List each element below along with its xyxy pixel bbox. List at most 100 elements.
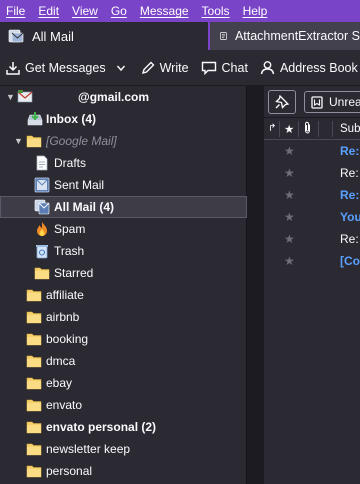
folder-drafts-label: Drafts	[54, 156, 87, 170]
mail-folder-icon	[8, 29, 24, 43]
drafts-icon	[36, 155, 48, 171]
pencil-icon	[141, 61, 155, 74]
menu-tools[interactable]: Tools	[202, 4, 230, 18]
star-icon[interactable]: ★	[284, 166, 295, 180]
menu-go[interactable]: Go	[111, 4, 127, 18]
main-toolbar: Get Messages Write Chat Address Book	[0, 50, 360, 86]
chat-label: Chat	[221, 60, 248, 75]
folder-dmca-label: dmca	[46, 354, 76, 368]
folder-dmca[interactable]: dmca	[0, 350, 247, 372]
star-icon[interactable]: ★	[284, 188, 295, 202]
sent-icon	[34, 177, 50, 193]
message-subject: Re:	[340, 232, 359, 246]
chevron-down-icon[interactable]: ▼	[14, 136, 23, 146]
tab-attachment-extractor[interactable]: AttachmentExtractor S	[210, 22, 360, 50]
message-row[interactable]: ★ Re:	[264, 228, 360, 250]
tab-all-mail[interactable]: All Mail	[0, 22, 208, 50]
subject-column-header[interactable]: Subject	[340, 123, 360, 135]
chat-button[interactable]: Chat	[195, 55, 254, 81]
folder-icon	[26, 135, 42, 148]
pane-splitter[interactable]	[247, 86, 264, 484]
folder-icon	[34, 267, 50, 280]
folder-all-mail-label: All Mail (4)	[54, 200, 115, 214]
message-pane: Unread ↱ ★ Subject ★Re:★Re:★Re:★You★Re:★…	[264, 86, 360, 484]
folder-envato-personal[interactable]: envato personal (2)	[0, 416, 247, 438]
folder-envato[interactable]: envato	[0, 394, 247, 416]
folder-personal-label: personal	[46, 464, 93, 478]
message-row[interactable]: ★ [Co	[264, 250, 360, 272]
folder-airbnb[interactable]: airbnb	[0, 306, 247, 328]
quick-filter-unread-button[interactable]: Unread	[304, 91, 360, 113]
quick-filter-sticky-button[interactable]	[268, 90, 296, 114]
folder-newsletter-keep[interactable]: newsletter keep	[0, 438, 247, 460]
folder-icon	[26, 377, 42, 390]
folder-icon	[26, 465, 42, 478]
message-subject: You	[340, 210, 360, 224]
folder-spam[interactable]: Spam	[0, 218, 247, 240]
column-divider	[298, 121, 299, 137]
column-divider	[332, 121, 333, 137]
folder-google-mail[interactable]: ▼ [Google Mail]	[0, 130, 247, 152]
folder-icon	[26, 421, 42, 434]
message-row[interactable]: ★ You	[264, 206, 360, 228]
star-icon[interactable]: ★	[284, 210, 295, 224]
star-icon[interactable]: ★	[284, 232, 295, 246]
quick-filter-bar: Unread	[264, 86, 360, 118]
folder-account[interactable]: ▼ @gmail.com	[0, 86, 247, 108]
folder-drafts[interactable]: Drafts	[0, 152, 247, 174]
attachment-column-icon[interactable]	[303, 121, 312, 137]
folder-sent-mail[interactable]: Sent Mail	[0, 174, 247, 196]
folder-booking[interactable]: booking	[0, 328, 247, 350]
folder-icon	[26, 311, 42, 324]
folder-trash[interactable]: Trash	[0, 240, 247, 262]
inbox-icon	[27, 112, 43, 126]
all-mail-icon	[34, 199, 50, 215]
tab-strip: All Mail AttachmentExtractor S	[0, 22, 360, 50]
thread-column-icon[interactable]: ↱	[268, 123, 276, 134]
folder-inbox[interactable]: Inbox (4)	[0, 108, 247, 130]
chevron-down-icon[interactable]: ▼	[6, 92, 15, 102]
download-icon	[6, 61, 20, 75]
message-subject: Re:	[340, 166, 359, 180]
menu-help[interactable]: Help	[243, 4, 268, 18]
message-row[interactable]: ★ Re:	[264, 184, 360, 206]
pin-icon	[275, 95, 289, 109]
menu-view[interactable]: View	[72, 4, 98, 18]
folder-icon	[26, 289, 42, 302]
folder-all-mail[interactable]: All Mail (4)	[0, 196, 247, 218]
message-row[interactable]: ★ Re:	[264, 140, 360, 162]
folder-affiliate[interactable]: affiliate	[0, 284, 247, 306]
star-icon[interactable]: ★	[284, 144, 295, 158]
folder-icon	[26, 355, 42, 368]
menu-message[interactable]: Message	[140, 4, 189, 18]
folder-ebay[interactable]: ebay	[0, 372, 247, 394]
folder-personal[interactable]: personal	[0, 460, 247, 482]
menu-file[interactable]: File	[6, 4, 25, 18]
folder-icon	[26, 333, 42, 346]
get-messages-button[interactable]: Get Messages	[0, 55, 112, 81]
address-book-button[interactable]: Address Book	[254, 55, 360, 81]
unread-icon	[311, 95, 323, 109]
folder-starred[interactable]: Starred	[0, 262, 247, 284]
quick-filter-unread-label: Unread	[329, 95, 360, 109]
message-column-headers: ↱ ★ Subject	[264, 118, 360, 140]
folder-envato-label: envato	[46, 398, 83, 412]
spam-flame-icon	[37, 222, 47, 236]
get-messages-dropdown[interactable]	[112, 55, 135, 81]
column-divider	[279, 121, 280, 137]
folder-booking-label: booking	[46, 332, 89, 346]
menu-edit[interactable]: Edit	[38, 4, 59, 18]
get-messages-label: Get Messages	[25, 60, 106, 75]
folder-airbnb-label: airbnb	[46, 310, 80, 324]
folder-affiliate-label: affiliate	[46, 288, 84, 302]
folder-ebay-label: ebay	[46, 376, 73, 390]
star-column-icon[interactable]: ★	[284, 122, 294, 136]
account-mail-icon	[17, 90, 33, 103]
message-row[interactable]: ★ Re:	[264, 162, 360, 184]
star-icon[interactable]: ★	[284, 254, 295, 268]
chat-bubble-icon	[201, 61, 216, 75]
menu-bar: File Edit View Go Message Tools Help	[0, 0, 360, 22]
contact-icon	[260, 61, 275, 75]
write-button[interactable]: Write	[135, 55, 195, 81]
folder-trash-label: Trash	[54, 244, 85, 258]
